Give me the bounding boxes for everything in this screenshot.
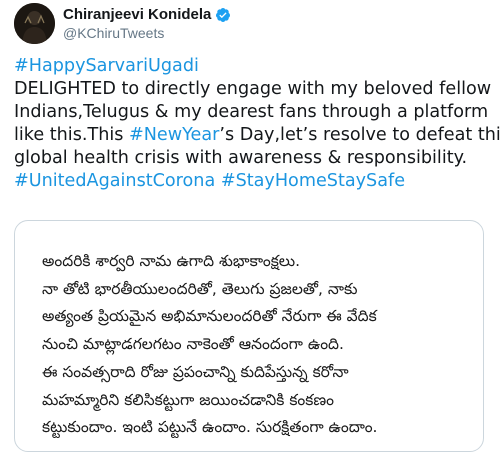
author-name-row: Chiranjeevi Konidela xyxy=(63,6,231,23)
telugu-line: నా తోటి భారతీయులందరితో, తెలుగు ప్రజలతో, … xyxy=(42,279,358,298)
hashtag-link[interactable]: #NewYear xyxy=(129,125,219,145)
tweet-text-line: like this.This #NewYear’s Day,let’s reso… xyxy=(14,124,500,147)
tweet-text-segment: like this.This xyxy=(14,125,129,145)
telugu-line: అందరికి శార్వరి నామ ఉగాది శుభాకాంక్షలు. xyxy=(42,252,301,270)
telugu-message: అందరికి శార్వరి నామ ఉగాది శుభాకాంక్షలు. న… xyxy=(42,248,482,442)
avatar[interactable] xyxy=(14,3,55,44)
telugu-line: కట్టుకుందాం. ఇంటి పట్టునే ఉందాం. సురక్షి… xyxy=(42,418,378,437)
tweet-image-card[interactable]: అందరికి శార్వరి నామ ఉగాది శుభాకాంక్షలు. న… xyxy=(14,220,484,452)
tweet-text-segment: DELIGHTED to directly engage with my bel… xyxy=(14,79,492,99)
profile-photo-icon xyxy=(14,3,55,44)
tweet-text-line: DELIGHTED to directly engage with my bel… xyxy=(14,78,494,101)
tweet: Chiranjeevi Konidela @KChiruTweets #Happ… xyxy=(0,0,500,458)
tweet-text-line: global health crisis with awareness & re… xyxy=(14,147,494,170)
telugu-line: మహమ్మారిని కలిసికట్టుగా జయించడానికి కంకణ… xyxy=(42,390,335,409)
tweet-text: #HappySarvariUgadi DELIGHTED to directly … xyxy=(14,55,500,193)
author-handle[interactable]: @KChiruTweets xyxy=(63,25,164,41)
hashtag-link[interactable]: #HappySarvariUgadi xyxy=(14,56,199,76)
telugu-line: అత్యంత ప్రియమైన అభిమానులందరితో నేరుగా ఈ … xyxy=(42,307,377,326)
tweet-text-segment: global health crisis with awareness & re… xyxy=(14,148,468,168)
tweet-text-segment: Indians,Telugus & my dearest fans throug… xyxy=(14,102,489,122)
telugu-line: నుంచి మాట్లాడగలగటం నాకెంతో ఆనందంగా ఉంది. xyxy=(42,335,344,354)
tweet-text-line: #HappySarvariUgadi xyxy=(14,55,494,78)
telugu-line: ఈ సంవత్సరాది రోజు ప్రపంచాన్ని కుదిపేస్తు… xyxy=(42,362,349,381)
hashtag-link[interactable]: #StayHomeStaySafe xyxy=(221,171,405,191)
author-display-name[interactable]: Chiranjeevi Konidela xyxy=(63,6,211,23)
tweet-text-line: #UnitedAgainstCorona #StayHomeStaySafe xyxy=(14,170,494,193)
verified-badge-icon xyxy=(216,7,231,22)
tweet-text-line: Indians,Telugus & my dearest fans throug… xyxy=(14,101,494,124)
hashtag-link[interactable]: #UnitedAgainstCorona xyxy=(14,171,215,191)
tweet-text-segment: ’s Day,let’s resolve to defeat this xyxy=(219,125,500,145)
